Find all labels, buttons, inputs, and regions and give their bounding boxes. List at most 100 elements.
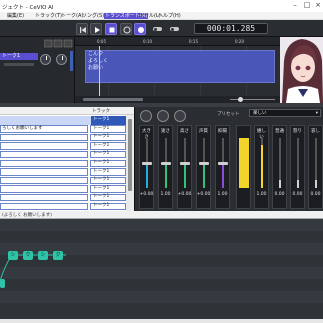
track-cell[interactable]: トーク1 xyxy=(91,168,126,177)
table-row[interactable]: トーク1 xyxy=(0,202,126,211)
pitch-tab-icon[interactable] xyxy=(174,110,186,122)
chevron-down-icon: ▾ xyxy=(315,111,318,116)
track-cell[interactable]: トーク1 xyxy=(91,159,126,168)
track-cell[interactable]: トーク1 xyxy=(91,116,126,125)
metronome-button[interactable] xyxy=(134,23,146,35)
slider-thumb[interactable] xyxy=(180,162,190,165)
table-row[interactable]: トーク1 xyxy=(0,150,126,159)
transport-toolbar: 000:01.285 xyxy=(0,20,323,37)
toggle-switch-1[interactable] xyxy=(153,27,162,31)
preset-label: プリセット xyxy=(217,112,240,117)
note-block[interactable]: ク xyxy=(53,251,63,260)
toggle-switch-2[interactable] xyxy=(170,27,179,31)
menu-item-track[interactable]: トラック(T) xyxy=(34,13,63,19)
slider-thumb[interactable] xyxy=(142,162,152,165)
parameter-tab-icon[interactable] xyxy=(140,110,152,122)
serif-cell[interactable]: ろしくお願いします xyxy=(2,125,88,134)
note-block[interactable] xyxy=(0,279,5,288)
table-row[interactable]: トーク1 xyxy=(0,185,126,194)
parameter-slider[interactable]: 大きさ+0.00 xyxy=(139,125,154,209)
slider-label: 怒り xyxy=(293,129,302,134)
emotion-slider[interactable]: 嬉しい1.00 xyxy=(254,125,269,209)
emotion-slider[interactable]: 普通 0.00 xyxy=(272,125,287,209)
stop-icon xyxy=(109,27,115,33)
status-bar xyxy=(0,319,323,323)
track-cell[interactable]: トーク1 xyxy=(91,193,126,202)
play-icon xyxy=(95,27,100,33)
pan-knob[interactable] xyxy=(56,54,67,65)
table-header: トラック xyxy=(0,107,134,115)
table-row[interactable]: トーク1 xyxy=(0,176,126,185)
slider-value[interactable]: +0.00 xyxy=(196,192,211,197)
slider-value[interactable]: 0.00 xyxy=(290,192,305,197)
table-row[interactable]: トーク1 xyxy=(0,168,126,177)
time-ruler[interactable]: 0:05 0:10 0:15 0:20 xyxy=(75,37,280,46)
minimize-icon[interactable]: – xyxy=(291,1,299,10)
pitch-editor[interactable]: シクシク xyxy=(0,219,323,319)
volume-knob[interactable] xyxy=(40,54,51,65)
phoneme-tab-icon[interactable] xyxy=(157,110,169,122)
character-portrait xyxy=(280,37,323,103)
track-name[interactable]: トーク1 xyxy=(0,53,38,60)
emotion-slider[interactable] xyxy=(236,125,251,209)
parameter-slider[interactable]: 高さ +0.00 xyxy=(177,125,192,209)
menu-item-edit[interactable]: 編集(E) xyxy=(6,13,25,19)
table-row[interactable]: トーク1 xyxy=(0,193,126,202)
zoom-slider-thumb[interactable] xyxy=(238,97,243,102)
track-cell[interactable]: トーク1 xyxy=(91,185,126,194)
slider-value[interactable]: 0.00 xyxy=(272,192,287,197)
table-scrollbar[interactable] xyxy=(126,115,134,211)
timeline-scrollbar[interactable] xyxy=(75,96,280,103)
slider-value[interactable]: 1.00 xyxy=(215,192,230,197)
preset-dropdown[interactable]: 楽しい ▾ xyxy=(249,109,321,117)
table-row[interactable]: ろしくお願いします トーク1 xyxy=(0,125,126,134)
parameter-slider[interactable]: 声質 +0.00 xyxy=(196,125,211,209)
maximize-icon[interactable]: □ xyxy=(303,1,311,10)
track-cell[interactable]: トーク1 xyxy=(91,142,126,151)
slider-value[interactable]: +0.00 xyxy=(139,192,154,197)
parameter-slider[interactable]: 抑揚 1.00 xyxy=(215,125,230,209)
note-block[interactable]: ク xyxy=(23,251,33,260)
slider-value[interactable]: 1.00 xyxy=(254,192,269,197)
table-row[interactable]: トーク1 xyxy=(0,159,126,168)
playhead[interactable] xyxy=(99,46,100,96)
note-block[interactable]: シ xyxy=(8,251,18,260)
slider-value[interactable]: 1.00 xyxy=(158,192,173,197)
timeline[interactable]: 0:05 0:10 0:15 0:20 こんや よろしく お願い xyxy=(75,37,280,103)
slider-label: 高さ xyxy=(180,129,189,134)
menu-item-help[interactable]: ヘルプ(H) xyxy=(157,13,182,19)
track-cell[interactable]: トーク1 xyxy=(91,176,126,185)
tick-label: 0:15 xyxy=(189,39,198,44)
column-header-track: トラック xyxy=(92,109,110,114)
title-bar: ジェクト - CeVIO AI – □ × xyxy=(0,0,323,12)
track-cell[interactable]: トーク1 xyxy=(91,202,126,211)
loop-button[interactable] xyxy=(120,23,132,35)
window-title: ジェクト - CeVIO AI xyxy=(2,5,54,11)
table-row[interactable]: トーク1 xyxy=(0,142,126,151)
slider-thumb[interactable] xyxy=(218,162,228,165)
note-block[interactable]: シ xyxy=(38,251,48,260)
slider-fill xyxy=(146,163,148,188)
slider-fill xyxy=(315,180,317,188)
rewind-button[interactable] xyxy=(76,23,88,35)
parameter-slider[interactable]: 速さ 1.00 xyxy=(158,125,173,209)
track-cell[interactable]: トーク1 xyxy=(91,133,126,142)
play-button[interactable] xyxy=(90,23,102,35)
slider-value[interactable]: 0.00 xyxy=(308,192,323,197)
slider-value[interactable]: +0.00 xyxy=(177,192,192,197)
track-cell[interactable]: トーク1 xyxy=(91,150,126,159)
table-row[interactable]: トーク1 xyxy=(0,133,126,142)
table-row[interactable]: トーク1 xyxy=(0,116,126,125)
slider-thumb[interactable] xyxy=(199,162,209,165)
emotion-slider[interactable]: 哀し 0.00 xyxy=(308,125,323,209)
emotion-bar xyxy=(239,138,249,188)
serif-table: トラック トーク1 ろしくお願いします トーク1 トーク1 トーク1 トーク1 トーク1 トー… xyxy=(0,107,134,211)
close-icon[interactable]: × xyxy=(314,1,322,10)
track-scroll-indicator xyxy=(70,51,73,71)
menu-item-song[interactable]: ソング(S) xyxy=(81,13,105,19)
stop-button[interactable] xyxy=(105,23,117,35)
track-cell[interactable]: トーク1 xyxy=(91,125,126,134)
slider-thumb[interactable] xyxy=(161,162,171,165)
emotion-slider[interactable]: 怒り 0.00 xyxy=(290,125,305,209)
talk-clip[interactable]: こんや よろしく お願い xyxy=(85,50,275,83)
